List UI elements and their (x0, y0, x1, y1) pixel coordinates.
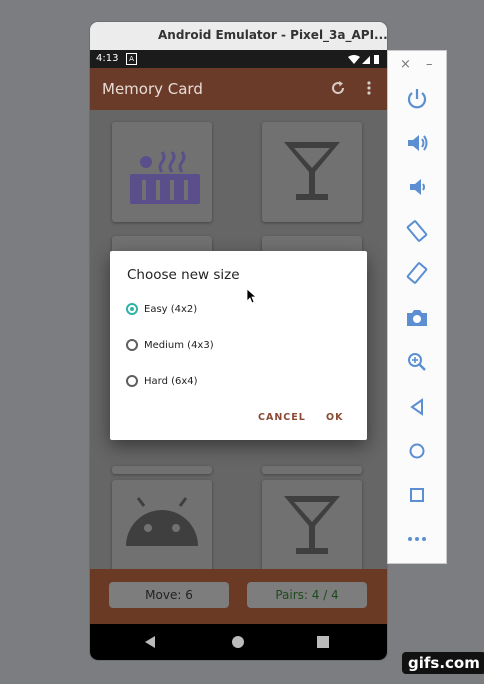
nav-back-icon[interactable] (144, 635, 156, 649)
radio-hard[interactable] (126, 375, 138, 387)
mouse-cursor-icon (246, 288, 257, 304)
cocktail-glass-icon (284, 496, 340, 554)
app-title: Memory Card (102, 80, 203, 98)
status-time: 4:13 (96, 53, 119, 64)
volume-up-icon[interactable] (404, 130, 430, 156)
cancel-button[interactable]: CANCEL (258, 412, 306, 423)
ok-button[interactable]: OK (326, 412, 343, 423)
memory-card[interactable] (262, 480, 362, 575)
android-status-bar: 4:13 A (90, 50, 387, 68)
overview-icon[interactable] (404, 482, 430, 508)
camera-icon[interactable] (404, 305, 430, 331)
home-icon[interactable] (404, 438, 430, 464)
memory-card[interactable] (112, 122, 212, 222)
refresh-icon[interactable] (330, 80, 346, 96)
close-button[interactable]: × (400, 57, 411, 72)
option-easy-label: Easy (4x2) (144, 303, 198, 315)
more-icon[interactable] (404, 526, 430, 552)
factory-icon (130, 151, 200, 204)
zoom-icon[interactable] (404, 349, 430, 375)
more-vert-icon[interactable] (365, 80, 373, 96)
emulator-title: Android Emulator - Pixel_3a_API... (158, 28, 387, 42)
moves-counter: Move: 6 (109, 582, 229, 608)
status-icons (348, 55, 379, 64)
option-easy[interactable]: Easy (4x2) (126, 299, 197, 319)
choose-size-dialog: Choose new size Easy (4x2) Medium (4x3) … (110, 251, 367, 440)
cocktail-glass-icon (284, 142, 340, 200)
rotate-right-icon[interactable] (404, 260, 430, 286)
minimize-button[interactable]: – (426, 57, 433, 72)
memory-card[interactable] (112, 466, 212, 474)
option-hard-label: Hard (6x4) (144, 375, 198, 387)
emulator-side-toolbar: × – (387, 50, 447, 564)
android-nav-bar (90, 624, 387, 660)
memory-card[interactable] (112, 480, 212, 575)
option-medium[interactable]: Medium (4x3) (126, 335, 214, 355)
nav-overview-icon[interactable] (317, 636, 329, 648)
battery-icon (374, 55, 379, 64)
option-medium-label: Medium (4x3) (144, 339, 214, 351)
rotate-left-icon[interactable] (404, 218, 430, 244)
radio-medium[interactable] (126, 339, 138, 351)
nav-home-icon[interactable] (231, 635, 245, 649)
emulator-title-bar: Android Emulator - Pixel_3a_API... (90, 22, 387, 50)
app-bar: Memory Card (90, 68, 387, 110)
dialog-title: Choose new size (127, 267, 240, 283)
memory-card[interactable] (262, 466, 362, 474)
watermark: gifs.com (402, 652, 484, 674)
status-notification-badge: A (126, 53, 137, 65)
back-icon[interactable] (404, 394, 430, 420)
pairs-counter: Pairs: 4 / 4 (247, 582, 367, 608)
volume-down-icon[interactable] (404, 174, 430, 200)
radio-easy[interactable] (126, 303, 138, 315)
android-icon (126, 497, 198, 546)
memory-card[interactable] (262, 122, 362, 222)
score-footer: Move: 6 Pairs: 4 / 4 (90, 569, 387, 624)
option-hard[interactable]: Hard (6x4) (126, 371, 198, 391)
power-icon[interactable] (404, 86, 430, 112)
signal-icon (362, 56, 370, 64)
wifi-icon (348, 55, 360, 64)
